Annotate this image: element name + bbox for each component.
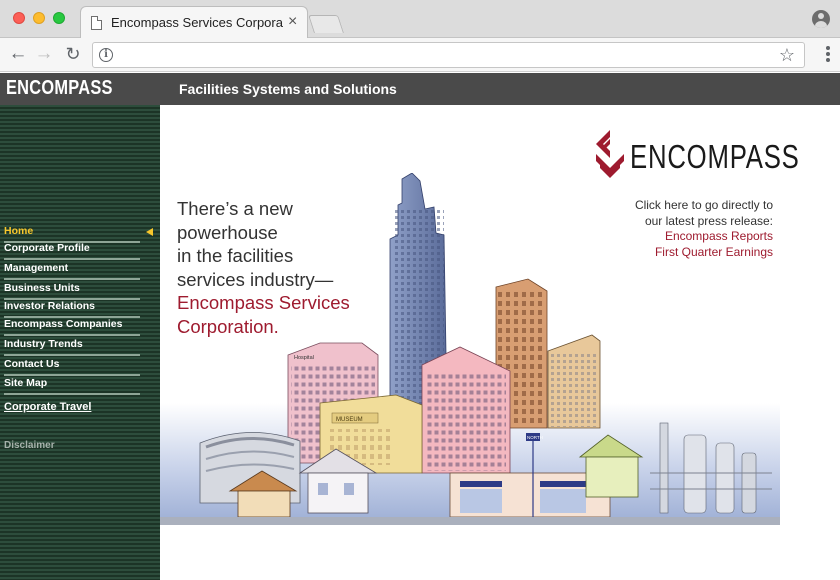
site-header: ENCOMPASS Facilities Systems and Solutio… [0,73,840,105]
document-icon [91,16,102,30]
museum-sign: MUSEUM [336,417,363,423]
browser-titlebar: Encompass Services Corporat × [0,0,840,39]
sidebar-item-label[interactable]: Investor Relations [4,300,140,313]
new-tab-button[interactable] [308,15,344,33]
tab-title: Encompass Services Corporat [111,15,283,30]
sidebar-item-site-map[interactable]: Site Map [4,377,140,397]
site-logo[interactable]: ENCOMPASS [6,77,113,100]
site-tagline: Facilities Systems and Solutions [179,81,397,97]
sidebar-item-investor-relations[interactable]: Investor Relations [4,300,140,320]
browser-tab[interactable]: Encompass Services Corporat × [80,6,308,39]
encompass-brand: ENCOMPASS [596,130,799,178]
active-arrow-icon [146,228,153,236]
reload-icon[interactable]: ↻ [62,43,84,65]
sidebar-item-encompass-companies[interactable]: Encompass Companies [4,318,140,338]
sidebar-item-management[interactable]: Management [4,262,140,282]
encompass-logo-mark-icon [596,130,624,178]
close-window-button[interactable] [13,12,25,24]
street-sign: NORTH [527,435,543,440]
address-bar[interactable]: i ☆ [92,42,805,68]
sidebar-item-label[interactable]: Industry Trends [4,338,140,351]
city-skyline-illustration: Hospital MUSEUM NORTH [160,173,780,525]
sidebar-item-label[interactable]: Encompass Companies [4,318,140,331]
brand-wordmark: ENCOMPASS [630,138,800,175]
minimize-window-button[interactable] [33,12,45,24]
menu-dots-icon[interactable] [826,46,830,64]
sidebar-item-label[interactable]: Site Map [4,377,140,390]
tower-sign: Hospital [294,355,314,361]
browser-toolbar: ← → ↻ i ☆ [0,38,840,72]
sidebar-item-label[interactable]: Home [4,225,140,238]
pink-apartment [421,346,511,474]
sidebar-item-contact-us[interactable]: Contact Us [4,358,140,378]
maximize-window-button[interactable] [53,12,65,24]
forward-arrow-icon[interactable]: → [33,43,55,65]
disclaimer-link[interactable]: Disclaimer [4,440,55,451]
corporate-travel-link[interactable]: Corporate Travel [4,401,91,413]
tan-tower [547,334,601,429]
info-icon[interactable]: i [99,48,113,62]
sidebar-item-label[interactable]: Corporate Profile [4,242,140,255]
sidebar-item-industry-trends[interactable]: Industry Trends [4,338,140,358]
sidebar-item-business-units[interactable]: Business Units [4,282,140,302]
sidebar-nav: Home Corporate Profile Management Busine… [0,105,160,580]
sidebar-item-label[interactable]: Business Units [4,282,140,295]
sidebar-item-label[interactable]: Management [4,262,140,275]
bookmark-star-icon[interactable]: ☆ [779,44,795,66]
close-icon[interactable]: × [288,13,297,31]
sidebar-item-label[interactable]: Contact Us [4,358,140,371]
main-content: ENCOMPASS There’s a new powerhouse in th… [160,105,840,580]
back-arrow-icon[interactable]: ← [7,43,29,65]
sidebar-item-corporate-profile[interactable]: Corporate Profile [4,242,140,262]
profile-icon[interactable] [812,10,830,28]
street [160,517,780,525]
